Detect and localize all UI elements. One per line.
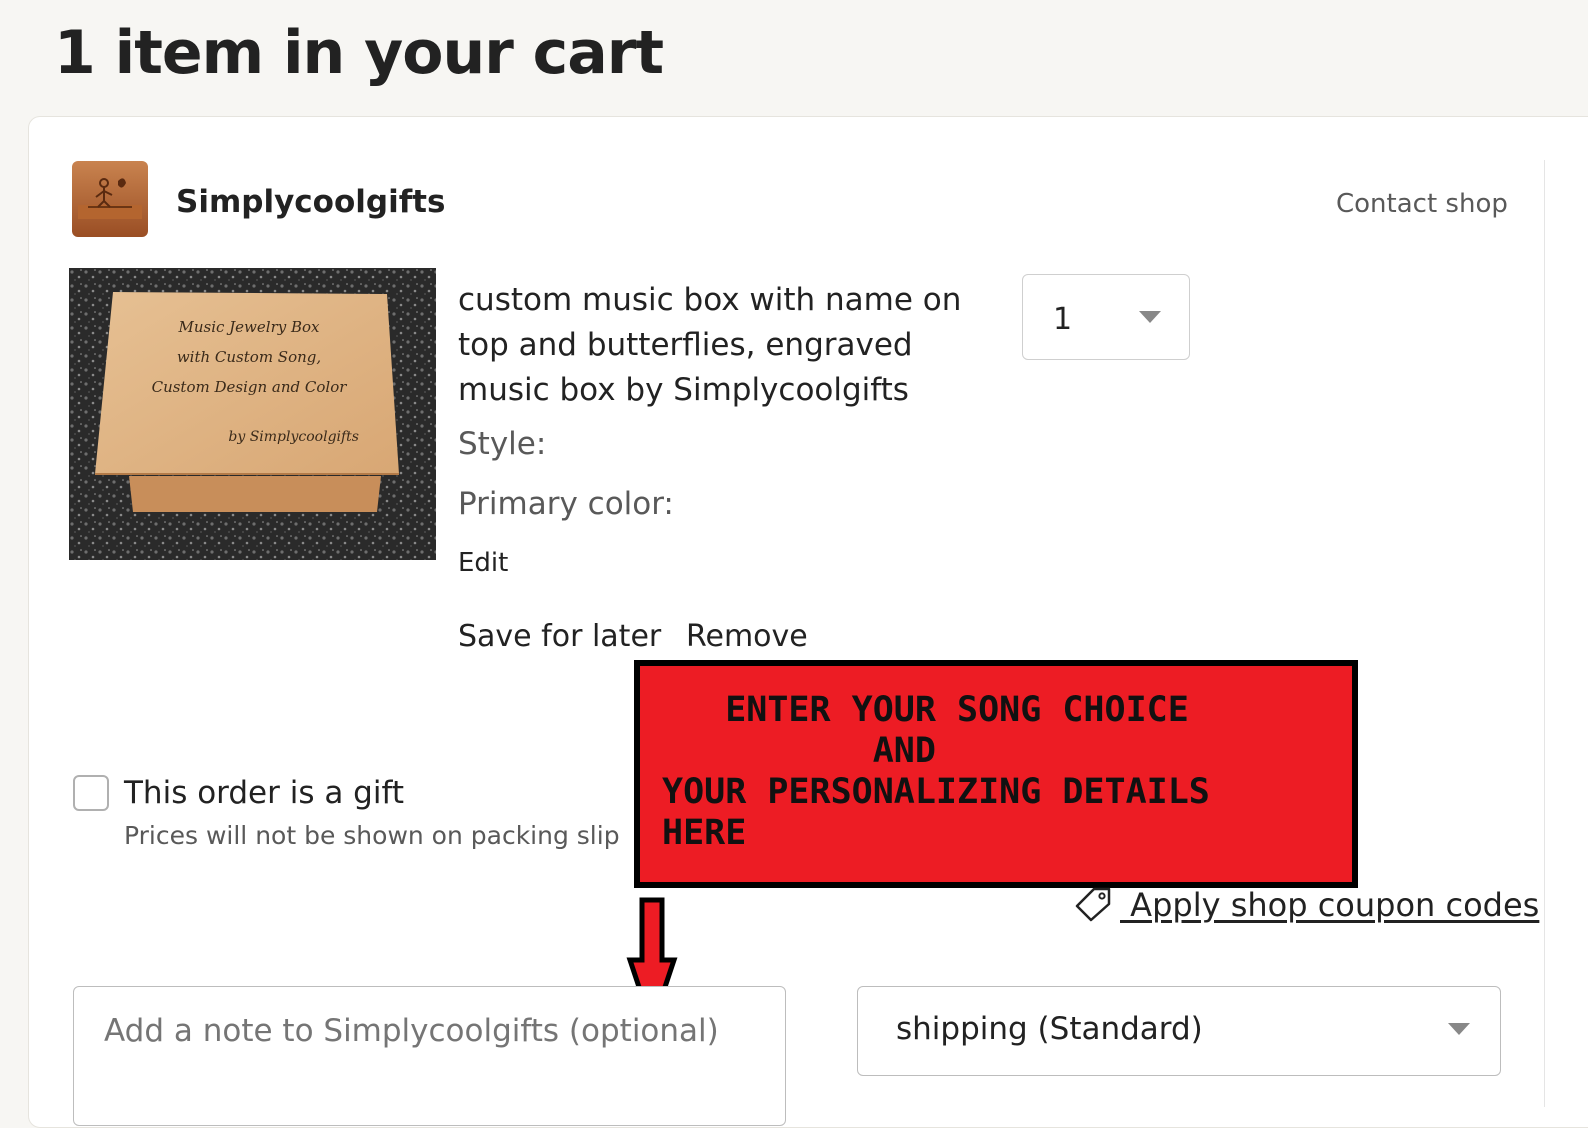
chevron-down-icon [1448,1023,1470,1035]
apply-coupon-label: Apply shop coupon codes [1120,886,1540,924]
edit-link[interactable]: Edit [458,548,508,578]
card-divider [1544,160,1545,1107]
shop-avatar[interactable] [72,161,148,237]
callout-line: AND [662,731,936,771]
tag-icon [1074,886,1112,930]
callout-line: ENTER YOUR SONG CHOICE [662,690,1189,730]
engraving-line: by Simplycoolgifts [228,429,359,445]
remove-button[interactable]: Remove [686,619,808,654]
note-to-seller-input[interactable] [74,987,785,1125]
product-title-link[interactable]: custom music box with name on top and bu… [458,278,998,413]
quantity-select[interactable]: 1 [1022,274,1190,360]
gift-checkbox[interactable] [73,775,109,811]
engraving-line: with Custom Song, [176,348,322,366]
note-to-seller-field[interactable] [73,986,786,1126]
shipping-select[interactable]: shipping (Standard) [857,986,1501,1076]
callout-line: YOUR PERSONALIZING DETAILS [662,772,1210,812]
variation-style: Style: [458,426,547,462]
gift-label[interactable]: This order is a gift [124,775,404,811]
page-title: 1 item in your cart [54,18,664,88]
chevron-down-icon [1139,311,1161,323]
contact-shop-link[interactable]: Contact shop [1336,189,1508,219]
apply-coupon-link[interactable]: Apply shop coupon codes [1074,886,1539,930]
engraving-line: Custom Design and Color [151,378,347,396]
engraving-line: Music Jewelry Box [178,318,320,336]
quantity-value: 1 [1053,302,1073,337]
instruction-callout: ENTER YOUR SONG CHOICE AND YOUR PERSONAL… [634,660,1358,888]
gift-sublabel: Prices will not be shown on packing slip [124,821,620,850]
product-image[interactable]: Music Jewelry Box with Custom Song, Cust… [69,268,436,560]
variation-primary-color: Primary color: [458,486,674,522]
save-for-later-button[interactable]: Save for later [458,619,661,654]
callout-line: HERE [662,813,747,853]
engraving-text: Music Jewelry Box with Custom Song, Cust… [139,312,359,452]
shipping-selected-value: shipping (Standard) [896,1011,1203,1047]
shop-name[interactable]: Simplycoolgifts [176,184,445,220]
